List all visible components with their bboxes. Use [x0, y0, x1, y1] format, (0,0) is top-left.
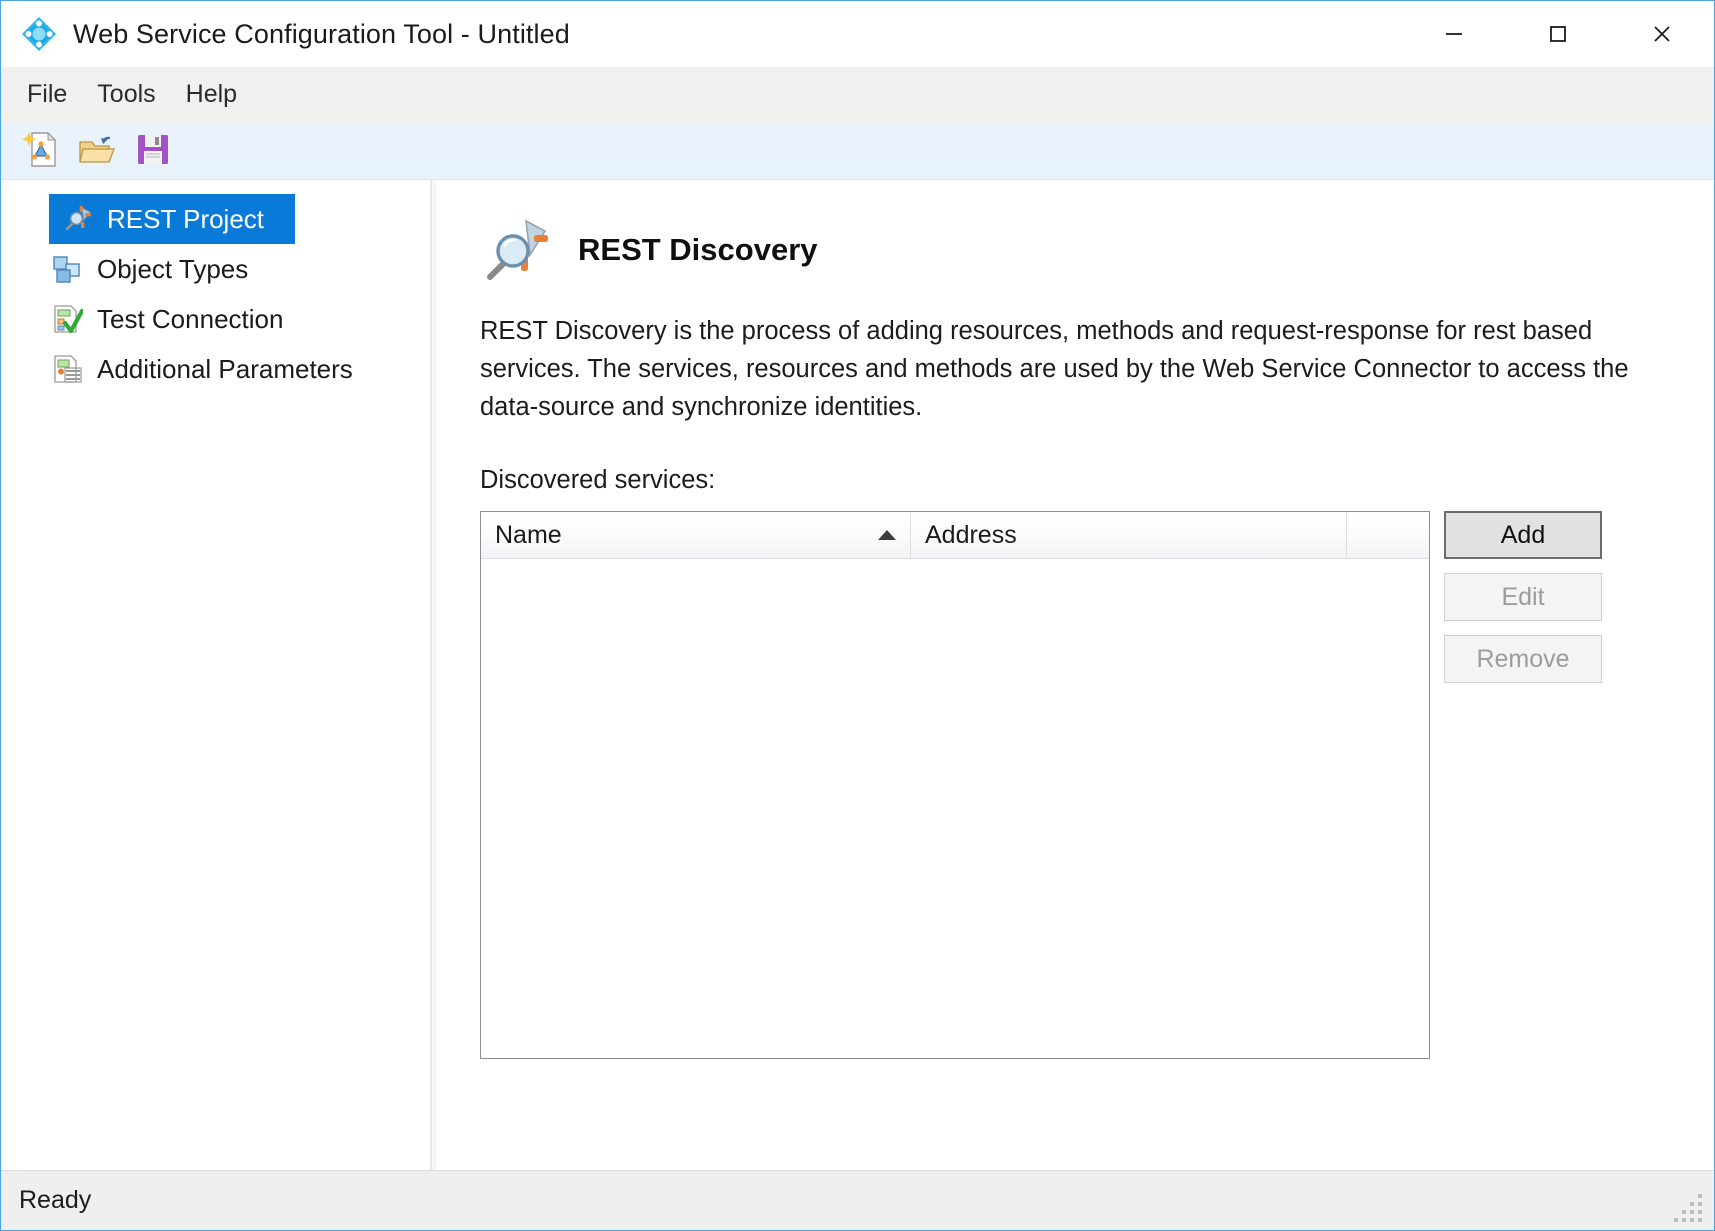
add-button[interactable]: Add — [1444, 511, 1602, 559]
application-window: Web Service Configuration Tool - Untitle… — [0, 0, 1715, 1231]
page-header: REST Discovery — [480, 214, 1714, 286]
sidebar-item-test-connection[interactable]: Test Connection — [1, 294, 430, 344]
object-types-icon — [49, 251, 85, 287]
main-body: REST Project Object Types Test Connectio… — [1, 180, 1714, 1170]
sidebar-item-label: REST Project — [107, 203, 265, 234]
page-description: REST Discovery is the process of adding … — [480, 317, 1629, 421]
sidebar-item-label: Object Types — [97, 253, 249, 284]
open-project-button[interactable] — [73, 129, 121, 175]
column-header-address[interactable]: Address — [911, 512, 1347, 558]
column-header-name[interactable]: Name — [481, 512, 911, 558]
edit-button[interactable]: Edit — [1444, 573, 1602, 621]
column-header-label: Name — [495, 520, 562, 549]
table-header-row: Name Address — [481, 512, 1429, 559]
discovered-services-label: Discovered services: — [480, 466, 716, 494]
close-button[interactable] — [1610, 1, 1714, 67]
services-button-column: Add Edit Remove — [1444, 511, 1602, 697]
resize-grip-icon[interactable] — [1672, 1190, 1706, 1224]
additional-parameters-icon — [49, 351, 85, 387]
test-connection-icon — [49, 301, 85, 337]
sidebar-item-object-types[interactable]: Object Types — [1, 244, 430, 294]
sidebar-tree: REST Project Object Types Test Connectio… — [1, 180, 431, 1170]
rest-project-icon — [59, 201, 95, 237]
table-body-empty[interactable] — [481, 559, 1429, 1058]
sidebar-item-label: Test Connection — [97, 303, 284, 334]
status-bar: Ready — [1, 1170, 1714, 1230]
menu-item-file[interactable]: File — [13, 76, 83, 115]
menu-item-help[interactable]: Help — [172, 76, 253, 115]
maximize-button[interactable] — [1506, 1, 1610, 67]
tool-bar — [1, 124, 1714, 180]
page-title: REST Discovery — [578, 232, 818, 267]
services-area: Name Address Add Edit Remove — [480, 511, 1714, 1059]
save-project-icon — [134, 130, 172, 173]
diamond-app-icon — [17, 12, 61, 56]
sort-ascending-icon — [878, 530, 896, 540]
window-controls — [1402, 1, 1714, 67]
sidebar-item-label: Additional Parameters — [97, 353, 353, 384]
sidebar-item-additional-parameters[interactable]: Additional Parameters — [1, 344, 430, 394]
column-header-label: Address — [925, 520, 1017, 549]
discovered-services-table[interactable]: Name Address — [480, 511, 1430, 1059]
save-project-button[interactable] — [129, 129, 177, 175]
menu-item-tools[interactable]: Tools — [83, 76, 171, 115]
minimize-button[interactable] — [1402, 1, 1506, 67]
title-bar: Web Service Configuration Tool - Untitle… — [1, 1, 1714, 67]
column-header-spacer[interactable] — [1347, 512, 1429, 558]
sidebar-item-rest-project[interactable]: REST Project — [49, 194, 295, 244]
new-project-button[interactable] — [17, 129, 65, 175]
remove-button[interactable]: Remove — [1444, 635, 1602, 683]
status-message: Ready — [19, 1186, 92, 1214]
new-project-icon — [22, 129, 60, 174]
menu-bar: File Tools Help — [1, 67, 1714, 124]
rest-discovery-magnifier-icon — [480, 214, 558, 286]
open-project-icon — [77, 129, 117, 174]
window-title: Web Service Configuration Tool - Untitle… — [73, 18, 570, 49]
content-panel: REST Discovery REST Discovery is the pro… — [436, 180, 1714, 1170]
